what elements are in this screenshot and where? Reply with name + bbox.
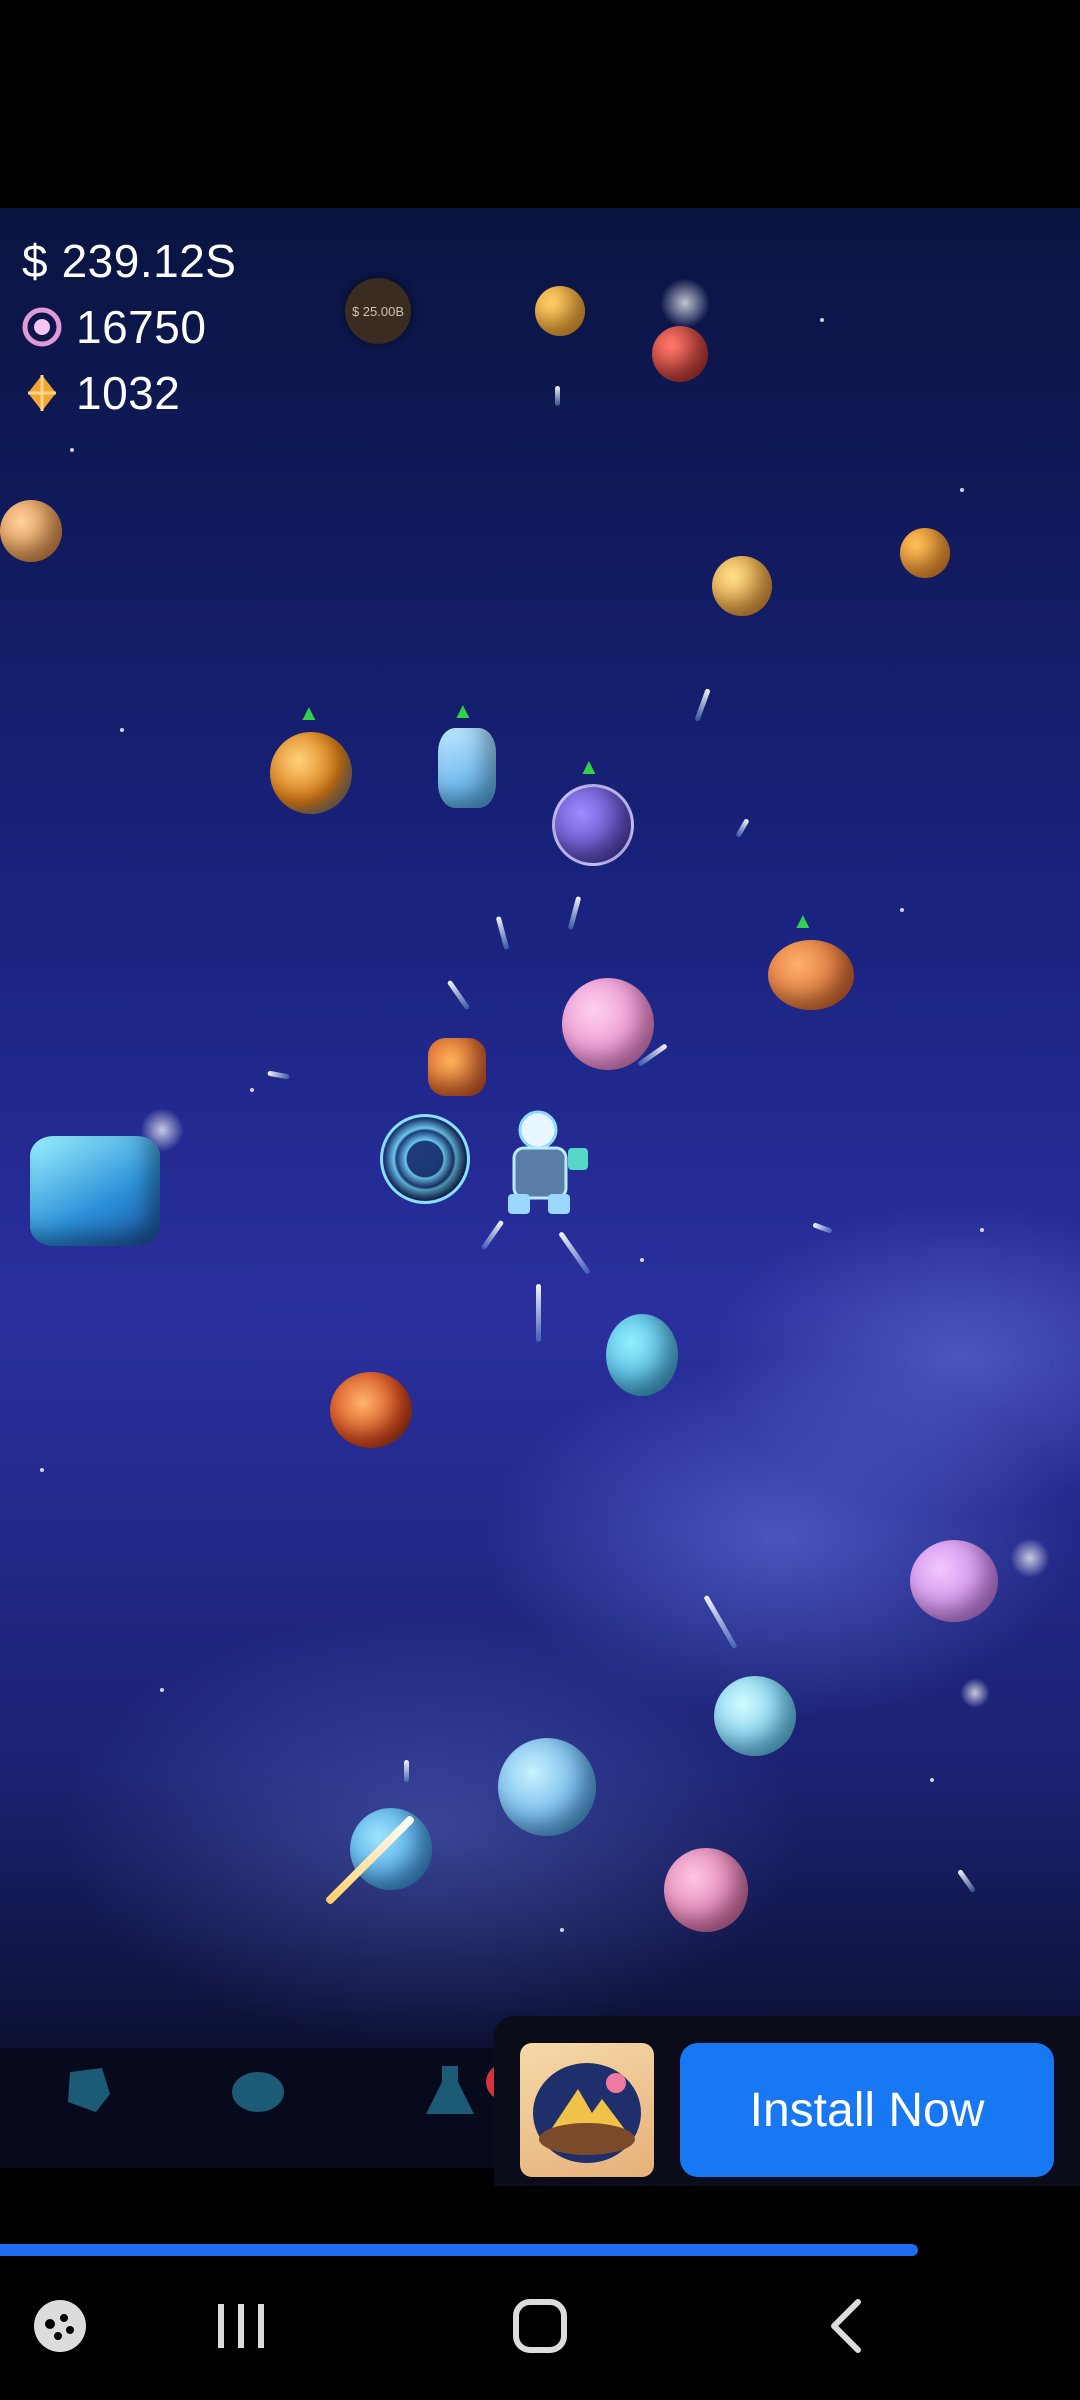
projectile	[446, 979, 471, 1011]
install-now-button[interactable]: Install Now	[680, 2043, 1054, 2177]
upgrade-marker-icon: ▲	[792, 908, 814, 933]
projectile	[480, 1219, 505, 1251]
planet[interactable]	[350, 1808, 432, 1890]
star	[820, 318, 824, 322]
planet[interactable]	[428, 1038, 486, 1096]
money-counter: $ 239.12S	[22, 228, 236, 294]
gem-counter: 16750	[22, 294, 236, 360]
research-flask-icon[interactable]	[420, 2060, 480, 2120]
gem-icon	[22, 307, 62, 347]
planet[interactable]	[900, 528, 950, 578]
projectile	[267, 1070, 290, 1080]
star-glow	[660, 278, 710, 328]
gem-value: 16750	[76, 301, 207, 353]
star	[40, 1468, 44, 1472]
star	[930, 1778, 934, 1782]
game-launcher-icon[interactable]	[30, 2296, 90, 2361]
portal-turret[interactable]	[380, 1114, 470, 1204]
dollar-icon: $	[22, 235, 48, 287]
planet[interactable]	[562, 978, 654, 1070]
planet[interactable]	[910, 1540, 998, 1622]
star	[70, 448, 74, 452]
resource-hud: $ 239.12S 16750 1032	[22, 228, 236, 426]
planet[interactable]	[535, 286, 585, 336]
projectile	[536, 1284, 541, 1342]
star	[900, 908, 904, 912]
star	[250, 1088, 254, 1092]
projectile	[703, 1594, 738, 1650]
money-value: 239.12S	[61, 235, 237, 287]
crystal-icon	[22, 373, 62, 413]
crystal-value: 1032	[76, 367, 181, 419]
game-viewport[interactable]: $ 25.00B ▲ ▲ ▲ ▲	[0, 208, 1080, 2048]
projectile	[495, 915, 510, 951]
price-tag-planet[interactable]: $ 25.00B	[345, 278, 411, 344]
ad-progress-fill	[0, 2244, 918, 2256]
star-glow	[1010, 1538, 1050, 1578]
player-ship[interactable]	[500, 1108, 590, 1218]
star-glow	[960, 1678, 990, 1708]
crystal-counter: 1032	[22, 360, 236, 426]
planet[interactable]	[0, 500, 62, 562]
planet-menu-icon[interactable]	[58, 2060, 118, 2120]
planet[interactable]	[714, 1676, 796, 1756]
star	[980, 1228, 984, 1232]
crystal-planet[interactable]	[438, 728, 496, 808]
planet[interactable]	[606, 1314, 678, 1396]
upgrade-marker-icon: ▲	[298, 700, 320, 725]
back-icon[interactable]	[820, 2296, 870, 2361]
star	[160, 1688, 164, 1692]
upgrade-marker-icon: ▲	[452, 698, 474, 723]
upgrade-marker-icon: ▲	[578, 754, 600, 779]
projectile	[956, 1868, 977, 1894]
projectile	[735, 818, 750, 838]
projectile	[567, 895, 582, 931]
status-bar-area	[0, 0, 1080, 208]
projectile	[555, 386, 560, 406]
recent-apps-icon[interactable]	[214, 2296, 268, 2361]
ad-progress-bar	[0, 2244, 1080, 2256]
planet[interactable]	[498, 1738, 596, 1836]
star	[640, 1258, 644, 1262]
projectile	[404, 1760, 409, 1782]
home-icon[interactable]	[510, 2296, 570, 2361]
cube-planet[interactable]	[30, 1136, 160, 1246]
exploding-planet[interactable]	[330, 1372, 412, 1448]
star	[120, 728, 124, 732]
planet[interactable]	[768, 940, 854, 1010]
projectile	[558, 1231, 591, 1275]
projectile	[812, 1222, 833, 1234]
ringed-planet[interactable]	[552, 784, 634, 866]
asteroid-menu-icon[interactable]	[228, 2060, 288, 2120]
ad-app-icon[interactable]	[520, 2043, 654, 2177]
planet[interactable]	[712, 556, 772, 616]
planet[interactable]	[664, 1848, 748, 1932]
star	[560, 1928, 564, 1932]
price-tag-label: $ 25.00B	[351, 303, 405, 319]
projectile	[694, 688, 711, 722]
star	[960, 488, 964, 492]
planet[interactable]	[652, 326, 708, 382]
planet[interactable]	[270, 732, 352, 814]
